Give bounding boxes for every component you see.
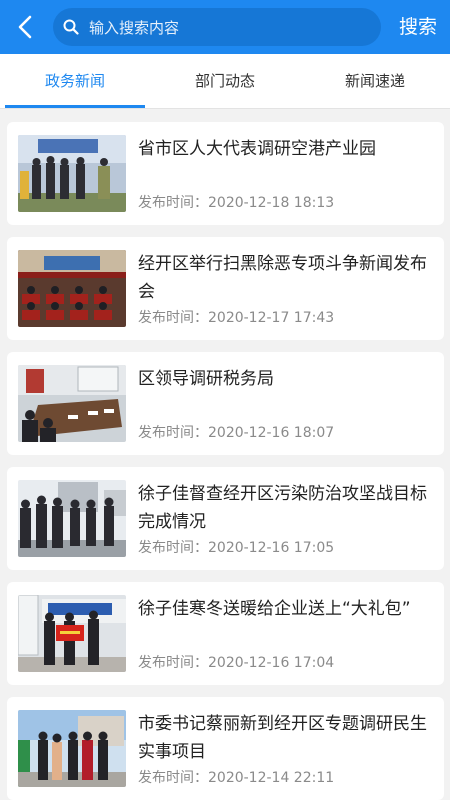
news-thumbnail xyxy=(18,250,126,327)
news-title: 区领导调研税务局 xyxy=(138,369,274,389)
search-button[interactable]: 搜索 xyxy=(393,13,443,41)
news-item[interactable]: 经开区举行扫黑除恶专项斗争新闻发布会 发布时间：2020-12-17 17:43 xyxy=(7,237,444,340)
news-title: 徐子佳督查经开区污染防治攻坚战目标完成情况 xyxy=(138,484,427,532)
publish-time: 发布时间：2020-12-16 17:04 xyxy=(138,655,335,671)
tab-bar: 政务新闻 部门动态 新闻速递 xyxy=(0,54,450,109)
tab-government-news[interactable]: 政务新闻 xyxy=(0,54,150,108)
search-box[interactable] xyxy=(53,8,381,46)
news-list: 省市区人大代表调研空港产业园 发布时间：2020-12-18 18:13 经开区… xyxy=(0,108,450,800)
search-input[interactable] xyxy=(87,15,371,41)
news-title: 经开区举行扫黑除恶专项斗争新闻发布会 xyxy=(138,254,427,302)
news-title: 省市区人大代表调研空港产业园 xyxy=(138,139,376,159)
news-item[interactable]: 徐子佳寒冬送暖给企业送上“大礼包” 发布时间：2020-12-16 17:04 xyxy=(7,582,444,685)
publish-time: 发布时间：2020-12-18 18:13 xyxy=(138,195,335,211)
news-thumbnail xyxy=(18,365,126,442)
publish-time: 发布时间：2020-12-16 18:07 xyxy=(138,425,335,441)
news-thumbnail xyxy=(18,480,126,557)
news-thumbnail xyxy=(18,710,126,787)
publish-time: 发布时间：2020-12-14 22:11 xyxy=(138,770,335,786)
back-icon[interactable] xyxy=(12,13,40,41)
search-icon xyxy=(63,19,79,35)
news-item[interactable]: 市委书记蔡丽新到经开区专题调研民生实事项目 发布时间：2020-12-14 22… xyxy=(7,697,444,800)
news-item[interactable]: 区领导调研税务局 发布时间：2020-12-16 18:07 xyxy=(7,352,444,455)
news-title: 徐子佳寒冬送暖给企业送上“大礼包” xyxy=(138,599,411,619)
top-bar: 搜索 xyxy=(0,0,450,54)
news-item[interactable]: 省市区人大代表调研空港产业园 发布时间：2020-12-18 18:13 xyxy=(7,122,444,225)
publish-time: 发布时间：2020-12-16 17:05 xyxy=(138,540,335,556)
news-thumbnail xyxy=(18,135,126,212)
news-thumbnail xyxy=(18,595,126,672)
tab-news-flash[interactable]: 新闻速递 xyxy=(300,54,450,108)
news-item[interactable]: 徐子佳督查经开区污染防治攻坚战目标完成情况 发布时间：2020-12-16 17… xyxy=(7,467,444,570)
tab-department-updates[interactable]: 部门动态 xyxy=(150,54,300,108)
publish-time: 发布时间：2020-12-17 17:43 xyxy=(138,310,335,326)
news-title: 市委书记蔡丽新到经开区专题调研民生实事项目 xyxy=(138,714,427,762)
